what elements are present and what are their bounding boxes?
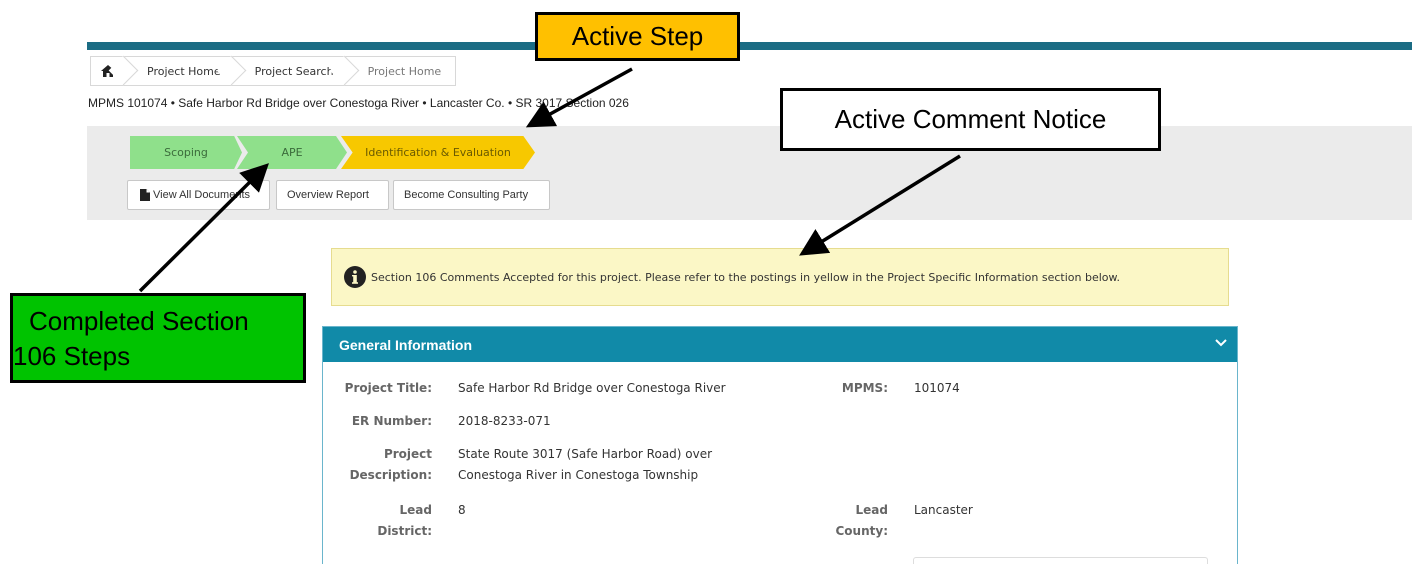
- project-description-value-1: State Route 3017 (Safe Harbor Road) over: [458, 447, 713, 461]
- lead-district-label-2: District:: [377, 524, 432, 538]
- home-icon: [101, 65, 115, 77]
- next-section-box: [913, 557, 1208, 564]
- breadcrumb-home[interactable]: [91, 57, 127, 85]
- project-description-label-1: Project: [383, 447, 432, 461]
- project-description-label-2: Description:: [349, 468, 432, 482]
- project-description-value-2: Conestoga River in Conestoga Township: [458, 468, 699, 482]
- mpms-value: 101074: [914, 381, 960, 395]
- active-comment-notice: Section 106 Comments Accepted for this p…: [331, 248, 1229, 306]
- lead-county-label-1: Lead: [855, 503, 888, 517]
- breadcrumb-project-home[interactable]: Project Home: [127, 57, 235, 85]
- become-consulting-party-button[interactable]: Become Consulting Party: [393, 180, 550, 210]
- lead-district-value: 8: [458, 503, 466, 517]
- er-number-value: 2018-8233-071: [458, 414, 551, 428]
- callout-completed-steps: Completed Section 106 Steps: [10, 293, 306, 383]
- view-all-documents-button[interactable]: View All Documents: [127, 180, 270, 210]
- mpms-label: MPMS:: [841, 381, 888, 395]
- step-ape[interactable]: APE: [237, 136, 347, 169]
- callout-active-comment-notice: Active Comment Notice: [780, 88, 1161, 151]
- file-icon: [140, 189, 150, 201]
- lead-district-label-1: Lead: [399, 503, 432, 517]
- overview-report-button[interactable]: Overview Report: [276, 180, 389, 210]
- top-accent-bar: [87, 42, 1412, 50]
- breadcrumb-project-search[interactable]: Project Search: [235, 57, 348, 85]
- comment-notice-text: Section 106 Comments Accepted for this p…: [371, 270, 1121, 284]
- general-information-header[interactable]: General Information: [323, 327, 1237, 362]
- general-information-title: General Information: [339, 336, 473, 353]
- step-identification-evaluation[interactable]: Identification & Evaluation: [341, 136, 535, 169]
- er-number-label: ER Number:: [351, 414, 432, 428]
- section-106-steps-panel: Scoping APE Identification & Evaluation …: [87, 126, 1412, 220]
- callout-active-step: Active Step: [535, 12, 740, 61]
- breadcrumb: Project Home Project Search Project Home: [90, 56, 457, 86]
- info-icon: [344, 266, 366, 288]
- project-title-value: Safe Harbor Rd Bridge over Conestoga Riv…: [458, 381, 726, 395]
- project-title-label: Project Title:: [344, 381, 432, 395]
- step-scoping[interactable]: Scoping: [130, 136, 242, 169]
- breadcrumb-current: Project Home: [367, 64, 442, 78]
- lead-county-value: Lancaster: [914, 503, 973, 517]
- project-summary-line: MPMS 101074 • Safe Harbor Rd Bridge over…: [88, 96, 629, 110]
- chevron-down-icon[interactable]: [1215, 339, 1227, 347]
- lead-county-label-2: County:: [835, 524, 889, 538]
